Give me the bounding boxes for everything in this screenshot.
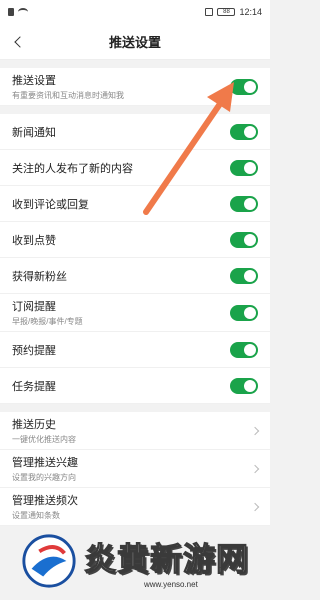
sim-icon xyxy=(8,8,14,16)
status-time: 12:14 xyxy=(239,7,262,17)
new-fans-toggle[interactable] xyxy=(230,267,258,284)
chevron-right-icon xyxy=(250,426,260,435)
back-button[interactable] xyxy=(10,32,30,52)
link-label: 管理推送频次 xyxy=(12,495,78,507)
toggle-label: 新闻通知 xyxy=(12,126,56,139)
toggle-row[interactable]: 收到评论或回复 xyxy=(0,186,270,222)
toggle-row[interactable]: 收到点赞 xyxy=(0,222,270,258)
chevron-right-icon xyxy=(250,502,260,511)
subscription-toggle[interactable] xyxy=(230,304,258,321)
reservation-toggle[interactable] xyxy=(230,341,258,358)
push-master-toggle[interactable] xyxy=(230,78,258,95)
toggle-label: 预约提醒 xyxy=(12,344,56,357)
watermark: 炎黄新游网 www.yenso.net xyxy=(20,530,270,592)
link-sub: 设置通知条数 xyxy=(12,511,60,520)
toggle-row[interactable]: 关注的人发布了新的内容 xyxy=(0,150,270,186)
toggle-row[interactable]: 获得新粉丝 xyxy=(0,258,270,294)
status-left-icons xyxy=(8,8,28,16)
link-label: 推送历史 xyxy=(12,419,56,431)
toggle-label: 获得新粉丝 xyxy=(12,270,67,283)
link-label: 管理推送兴趣 xyxy=(12,457,78,469)
header: 推送设置 xyxy=(0,24,270,60)
push-master-row[interactable]: 推送设置 有重要资讯和互动消息时通知我 xyxy=(0,68,270,106)
watermark-url: www.yenso.net xyxy=(144,579,198,589)
toggle-row[interactable]: 任务提醒 xyxy=(0,368,270,404)
toggle-row[interactable]: 新闻通知 xyxy=(0,114,270,150)
task-toggle[interactable] xyxy=(230,377,258,394)
status-bar: 88 12:14 xyxy=(0,0,270,24)
news-toggle[interactable] xyxy=(230,123,258,140)
likes-toggle[interactable] xyxy=(230,231,258,248)
status-right: 88 12:14 xyxy=(205,7,262,17)
push-master-group: 推送设置 有重要资讯和互动消息时通知我 xyxy=(0,68,270,106)
toggle-row[interactable]: 预约提醒 xyxy=(0,332,270,368)
link-sub: 设置我的兴趣方向 xyxy=(12,473,76,482)
toggle-label: 关注的人发布了新的内容 xyxy=(12,162,133,175)
toggle-row[interactable]: 订阅提醒 早报/晚报/事件/专题 xyxy=(0,294,270,332)
link-row[interactable]: 管理推送兴趣 设置我的兴趣方向 xyxy=(0,450,270,488)
nfc-icon xyxy=(205,8,214,16)
comment-reply-toggle[interactable] xyxy=(230,195,258,212)
toggle-sub: 早报/晚报/事件/专题 xyxy=(12,317,83,326)
push-master-sub: 有重要资讯和互动消息时通知我 xyxy=(12,91,124,100)
following-post-toggle[interactable] xyxy=(230,159,258,176)
links-group: 推送历史 一键优化推送内容 管理推送兴趣 设置我的兴趣方向 管理推送频次 设置通… xyxy=(0,412,270,526)
notification-toggles-group: 新闻通知 关注的人发布了新的内容 收到评论或回复 收到点赞 获得新粉丝 订阅提醒… xyxy=(0,114,270,404)
watermark-logo xyxy=(22,534,76,588)
toggle-label: 收到点赞 xyxy=(12,234,56,247)
page-title: 推送设置 xyxy=(108,35,161,50)
back-icon xyxy=(14,36,26,48)
toggle-label: 收到评论或回复 xyxy=(12,198,89,211)
link-row[interactable]: 推送历史 一键优化推送内容 xyxy=(0,412,270,450)
watermark-text: 炎黄新游网 xyxy=(83,540,250,577)
wifi-icon xyxy=(18,8,28,16)
push-master-label: 推送设置 xyxy=(12,75,56,87)
battery-icon: 88 xyxy=(217,8,236,16)
link-row[interactable]: 管理推送频次 设置通知条数 xyxy=(0,488,270,526)
chevron-right-icon xyxy=(250,464,260,473)
link-sub: 一键优化推送内容 xyxy=(12,435,76,444)
toggle-label: 任务提醒 xyxy=(12,380,56,393)
toggle-label: 订阅提醒 xyxy=(12,301,56,313)
